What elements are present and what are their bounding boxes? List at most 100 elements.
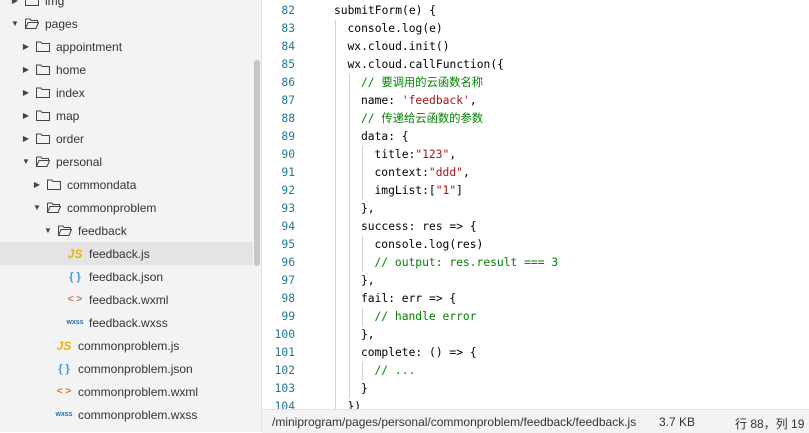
code-line[interactable]: 88 // 传递给云函数的参数 [262,110,809,128]
line-number: 103 [274,382,295,395]
line-number: 104 [274,400,295,409]
code-token: console.log(e) [347,22,443,35]
folder-icon [36,133,50,144]
code-text: title:"123", [375,146,457,164]
code-line[interactable]: 89 data: { [262,128,809,146]
tree-item-label: commonproblem [67,200,157,215]
code-token: title: [374,148,416,161]
folder-item[interactable]: ▶ img [0,0,253,12]
file-item[interactable]: < > commonproblem.wxml [0,380,253,403]
code-line[interactable]: 96 // output: res.result === 3 [262,254,809,272]
chevron-right-icon[interactable]: ▶ [20,42,32,51]
file-item[interactable]: wxss commonproblem.wxss [0,403,253,426]
code-line[interactable]: 87 name: 'feedback', [262,92,809,110]
folder-item[interactable]: ▶ index [0,81,253,104]
code-line[interactable]: 104}) [262,398,809,409]
indent-guide [348,74,350,398]
tree-item-label: map [56,108,80,123]
code-line[interactable]: 99 // handle error [262,308,809,326]
folder-item[interactable]: ▼ feedback [0,219,253,242]
chevron-down-icon[interactable]: ▼ [9,19,21,28]
file-item[interactable]: { } commonproblem.json [0,357,253,380]
folder-open-icon [25,18,39,29]
tree-item-label: feedback.wxml [89,292,169,307]
code-line[interactable]: 97}, [262,272,809,290]
file-item[interactable]: { } feedback.json [0,265,253,288]
folder-item[interactable]: ▼ commonproblem [0,196,253,219]
code-token: wx.cloud.callFunction({ [347,58,504,71]
folder-item[interactable]: ▶ home [0,58,253,81]
folder-open-icon [47,202,61,213]
code-editor[interactable]: 82 submitForm(e) {83 console.log(e) 84 wx.cl… [262,0,809,409]
chevron-down-icon[interactable]: ▼ [20,157,32,166]
code-line[interactable]: 95 console.log(res) [262,236,809,254]
code-line[interactable]: 85 wx.cloud.callFunction({ [262,56,809,74]
code-text: console.log(e) [348,20,443,38]
code-text: }, [361,326,375,344]
tree-item-label: commonproblem.wxml [78,384,199,399]
code-line[interactable]: 92 imgList:["1"] [262,182,809,200]
file-item[interactable]: JS feedback.js [0,242,253,265]
status-cursor-position[interactable]: 行 88，列 19 [735,415,804,432]
file-item[interactable]: wxss feedback.wxss [0,311,253,334]
chevron-right-icon[interactable]: ▶ [20,134,32,143]
chevron-right-icon[interactable]: ▶ [9,0,21,5]
code-line[interactable]: 82 submitForm(e) { [262,2,809,20]
code-comment: // 传递给云函数的参数 [361,112,484,125]
chevron-down-icon[interactable]: ▼ [42,226,54,235]
folder-item[interactable]: ▼ pages [0,12,253,35]
tree-item-label: home [56,62,87,77]
line-number: 91 [281,166,295,179]
tree-item-label: feedback.js [89,246,150,261]
code-line[interactable]: 84 wx.cloud.init() [262,38,809,56]
folder-item[interactable]: ▶ appointment [0,35,253,58]
line-number: 86 [281,76,295,89]
code-text: // handle error [375,308,477,326]
code-token: wx.cloud.init() [347,40,450,53]
folder-icon [36,41,50,52]
wxml-file-icon: < > [67,294,83,305]
code-text: success: res => { [361,218,477,236]
line-number: 99 [281,310,295,323]
code-comment: // ... [374,364,416,377]
code-line[interactable]: 102 // ... [262,362,809,380]
folder-item[interactable]: ▼ personal [0,150,253,173]
code-text: name: 'feedback', [361,92,477,110]
explorer-scrollbar-thumb[interactable] [254,60,260,266]
chevron-down-icon[interactable]: ▼ [31,203,43,212]
folder-item[interactable]: ▶ commondata [0,173,253,196]
code-line[interactable]: 100}, [262,326,809,344]
folder-icon [47,179,61,190]
code-line[interactable]: 94 success: res => { [262,218,809,236]
code-comment: // 要调用的云函数名称 [361,76,484,89]
folder-open-icon [36,156,50,167]
file-item[interactable]: < > feedback.wxml [0,288,253,311]
status-file-path[interactable]: /miniprogram/pages/personal/commonproble… [272,415,636,429]
code-token: imgList:[ [374,184,436,197]
code-line[interactable]: 101 complete: () => { [262,344,809,362]
code-line[interactable]: 83 console.log(e) [262,20,809,38]
code-line[interactable]: 90 title:"123", [262,146,809,164]
folder-item[interactable]: ▶ map [0,104,253,127]
code-comment: // output: res.result === 3 [374,256,559,269]
tree-item-label: feedback.wxss [89,315,168,330]
indent-guide [362,146,363,200]
tree-item-label: pages [45,16,78,31]
code-token: name: [361,94,402,107]
chevron-right-icon[interactable]: ▶ [31,180,43,189]
folder-icon [25,0,39,6]
chevron-right-icon[interactable]: ▶ [20,111,32,120]
chevron-right-icon[interactable]: ▶ [20,65,32,74]
file-item[interactable]: JS commonproblem.js [0,334,253,357]
code-line[interactable]: 91 context:"ddd", [262,164,809,182]
code-token: , [449,148,457,161]
code-line[interactable]: 86 // 要调用的云函数名称 [262,74,809,92]
code-line[interactable]: 103} [262,380,809,398]
js-file-icon: JS [56,338,72,353]
code-line[interactable]: 98 fail: err => { [262,290,809,308]
chevron-right-icon[interactable]: ▶ [20,88,32,97]
code-line[interactable]: 93}, [262,200,809,218]
line-number: 87 [281,94,295,107]
code-token: }, [361,328,375,341]
folder-item[interactable]: ▶ order [0,127,253,150]
